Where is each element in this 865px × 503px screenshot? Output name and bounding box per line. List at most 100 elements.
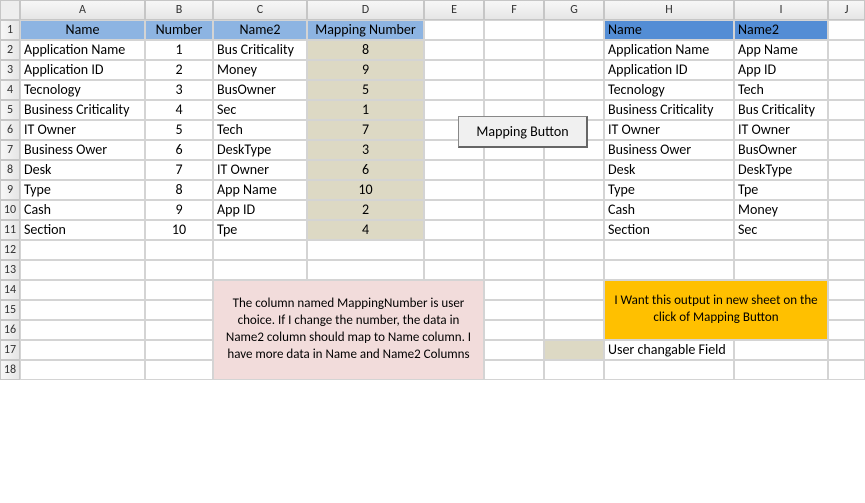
cell-blank-12-7[interactable] — [604, 240, 734, 260]
cell-out-name2-10[interactable]: Money — [734, 200, 828, 220]
cell-e11[interactable] — [424, 220, 484, 240]
header-number[interactable]: Number — [145, 20, 213, 40]
row-header-13[interactable]: 13 — [0, 260, 20, 280]
header-mapping-number[interactable]: Mapping Number — [307, 20, 424, 40]
cell-j1[interactable] — [828, 20, 865, 40]
cell-j15[interactable] — [828, 300, 865, 320]
row-header-16[interactable]: 16 — [0, 320, 20, 340]
row-header-2[interactable]: 2 — [0, 40, 20, 60]
cell-j7[interactable] — [828, 140, 865, 160]
cell-g4[interactable] — [544, 80, 604, 100]
cell-e1[interactable] — [424, 20, 484, 40]
cell-j11[interactable] — [828, 220, 865, 240]
cell-j8[interactable] — [828, 160, 865, 180]
cell-blank-12-4[interactable] — [424, 240, 484, 260]
cell-out-name-3[interactable]: Application ID — [604, 60, 734, 80]
cell-name-4[interactable]: Tecnology — [20, 80, 145, 100]
cell-out-name-4[interactable]: Tecnology — [604, 80, 734, 100]
cell-blank-13-4[interactable] — [424, 260, 484, 280]
cell-out-name-6[interactable]: IT Owner — [604, 120, 734, 140]
cell-e9[interactable] — [424, 180, 484, 200]
row-header-9[interactable]: 9 — [0, 180, 20, 200]
cell-j18[interactable] — [828, 360, 865, 380]
cell-name-5[interactable]: Business Criticality — [20, 100, 145, 120]
cell-blank-13-3[interactable] — [307, 260, 424, 280]
cell-out-name2-2[interactable]: App Name — [734, 40, 828, 60]
row-header-1[interactable]: 1 — [0, 20, 20, 40]
row-header-5[interactable]: 5 — [0, 100, 20, 120]
row-header-12[interactable]: 12 — [0, 240, 20, 260]
cell-j10[interactable] — [828, 200, 865, 220]
cell-blank-12-1[interactable] — [145, 240, 213, 260]
cell-blank-13-0[interactable] — [20, 260, 145, 280]
cell-number-8[interactable]: 7 — [145, 160, 213, 180]
row-header-15[interactable]: 15 — [0, 300, 20, 320]
cell-name2-5[interactable]: Sec — [213, 100, 307, 120]
cell-mapping-8[interactable]: 6 — [307, 160, 424, 180]
cell-out-name2-4[interactable]: Tech — [734, 80, 828, 100]
cell-g3[interactable] — [544, 60, 604, 80]
cell-name-11[interactable]: Section — [20, 220, 145, 240]
cell-g2[interactable] — [544, 40, 604, 60]
col-header-H[interactable]: H — [604, 0, 734, 20]
cell-mapping-4[interactable]: 5 — [307, 80, 424, 100]
cell-number-11[interactable]: 10 — [145, 220, 213, 240]
row-header-17[interactable]: 17 — [0, 340, 20, 360]
cell-a14[interactable] — [20, 280, 145, 300]
cell-e10[interactable] — [424, 200, 484, 220]
cell-out-name2-6[interactable]: IT Owner — [734, 120, 828, 140]
cell-g1[interactable] — [544, 20, 604, 40]
cell-j5[interactable] — [828, 100, 865, 120]
cell-f11[interactable] — [484, 220, 544, 240]
cell-out-name-9[interactable]: Type — [604, 180, 734, 200]
cell-j16[interactable] — [828, 320, 865, 340]
cell-i17[interactable] — [734, 340, 828, 360]
cell-a15[interactable] — [20, 300, 145, 320]
cell-name2-8[interactable]: IT Owner — [213, 160, 307, 180]
cell-f1[interactable] — [484, 20, 544, 40]
cell-j14[interactable] — [828, 280, 865, 300]
cell-mapping-2[interactable]: 8 — [307, 40, 424, 60]
row-header-18[interactable]: 18 — [0, 360, 20, 380]
cell-f4[interactable] — [484, 80, 544, 100]
cell-f16[interactable] — [484, 320, 544, 340]
cell-blank-13-8[interactable] — [734, 260, 828, 280]
header-out-name[interactable]: Name — [604, 20, 734, 40]
cell-b14[interactable] — [145, 280, 213, 300]
header-out-name2[interactable]: Name2 — [734, 20, 828, 40]
col-header-C[interactable]: C — [213, 0, 307, 20]
cell-h18[interactable] — [604, 360, 734, 380]
cell-e2[interactable] — [424, 40, 484, 60]
cell-out-name2-5[interactable]: Bus Criticality — [734, 100, 828, 120]
cell-f14[interactable] — [484, 280, 544, 300]
cell-out-name-10[interactable]: Cash — [604, 200, 734, 220]
cell-j17[interactable] — [828, 340, 865, 360]
cell-out-name2-3[interactable]: App ID — [734, 60, 828, 80]
cell-out-name-11[interactable]: Section — [604, 220, 734, 240]
cell-name2-7[interactable]: DeskType — [213, 140, 307, 160]
cell-j2[interactable] — [828, 40, 865, 60]
cell-e4[interactable] — [424, 80, 484, 100]
cell-f9[interactable] — [484, 180, 544, 200]
cell-a18[interactable] — [20, 360, 145, 380]
col-header-F[interactable]: F — [484, 0, 544, 20]
cell-mapping-5[interactable]: 1 — [307, 100, 424, 120]
cell-mapping-6[interactable]: 7 — [307, 120, 424, 140]
cell-number-5[interactable]: 4 — [145, 100, 213, 120]
cell-blank-13-2[interactable] — [213, 260, 307, 280]
header-name2[interactable]: Name2 — [213, 20, 307, 40]
row-header-7[interactable]: 7 — [0, 140, 20, 160]
cell-blank-12-0[interactable] — [20, 240, 145, 260]
cell-b16[interactable] — [145, 320, 213, 340]
cell-blank-12-5[interactable] — [484, 240, 544, 260]
cell-blank-13-7[interactable] — [604, 260, 734, 280]
cell-number-6[interactable]: 5 — [145, 120, 213, 140]
cell-blank-12-3[interactable] — [307, 240, 424, 260]
cell-blank-12-6[interactable] — [544, 240, 604, 260]
cell-g9[interactable] — [544, 180, 604, 200]
col-header-A[interactable]: A — [20, 0, 145, 20]
cell-g16[interactable] — [544, 320, 604, 340]
cell-f17[interactable] — [484, 340, 544, 360]
cell-name2-6[interactable]: Tech — [213, 120, 307, 140]
cell-g8[interactable] — [544, 160, 604, 180]
